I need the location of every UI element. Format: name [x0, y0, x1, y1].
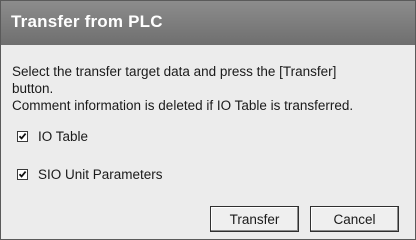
sio-unit-parameters-label: SIO Unit Parameters — [38, 166, 163, 182]
io-table-option[interactable]: IO Table — [17, 127, 88, 145]
sio-unit-parameters-checkbox[interactable] — [17, 168, 28, 180]
cancel-button[interactable]: Cancel — [310, 206, 399, 232]
dialog-titlebar[interactable]: Transfer from PLC — [1, 1, 415, 45]
message-line-3: Comment information is deleted if IO Tab… — [12, 98, 354, 113]
checkmark-icon — [18, 132, 27, 140]
io-table-checkbox[interactable] — [17, 130, 28, 142]
transfer-button[interactable]: Transfer — [210, 206, 299, 232]
message-line-2: button. — [12, 81, 54, 96]
checkmark-icon — [18, 170, 27, 178]
sio-unit-parameters-option[interactable]: SIO Unit Parameters — [17, 165, 163, 183]
dialog-message: Select the transfer target data and pres… — [12, 63, 407, 114]
io-table-label: IO Table — [38, 128, 89, 144]
dialog-title: Transfer from PLC — [11, 12, 163, 31]
message-line-1: Select the transfer target data and pres… — [12, 64, 337, 79]
transfer-from-plc-dialog: Transfer from PLC Select the transfer ta… — [0, 0, 416, 240]
